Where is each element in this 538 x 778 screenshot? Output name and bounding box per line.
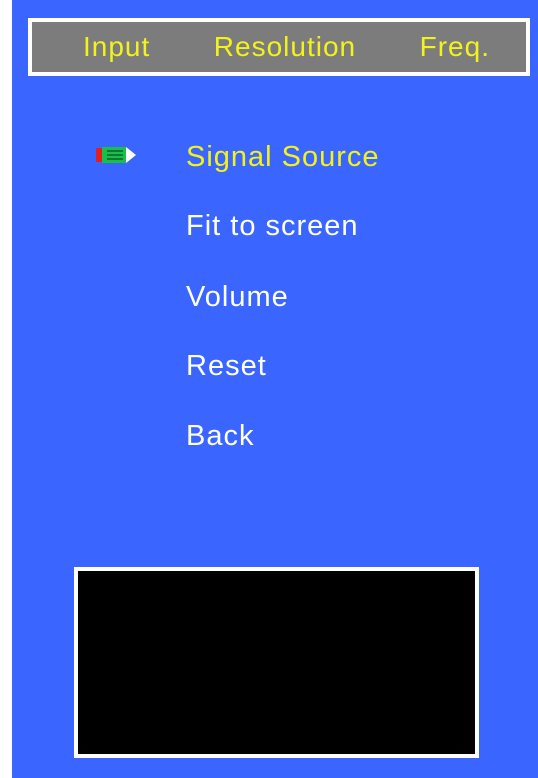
pencil-pointer-icon [96, 147, 136, 163]
osd-menu-panel: Input Resolution Freq. Signal Source Fit… [12, 0, 538, 778]
menu-item-volume[interactable]: Volume [186, 281, 289, 314]
header-input-label: Input [83, 31, 151, 62]
menu-item-signal-source[interactable]: Signal Source [186, 141, 380, 174]
info-header-bar: Input Resolution Freq. [28, 18, 530, 76]
menu-item-back[interactable]: Back [186, 420, 254, 453]
header-resolution-label: Resolution [213, 31, 357, 62]
header-freq-label: Freq. [419, 31, 490, 62]
menu-item-fit-to-screen[interactable]: Fit to screen [186, 210, 359, 243]
menu-item-reset[interactable]: Reset [186, 350, 267, 383]
preview-window [74, 567, 479, 758]
